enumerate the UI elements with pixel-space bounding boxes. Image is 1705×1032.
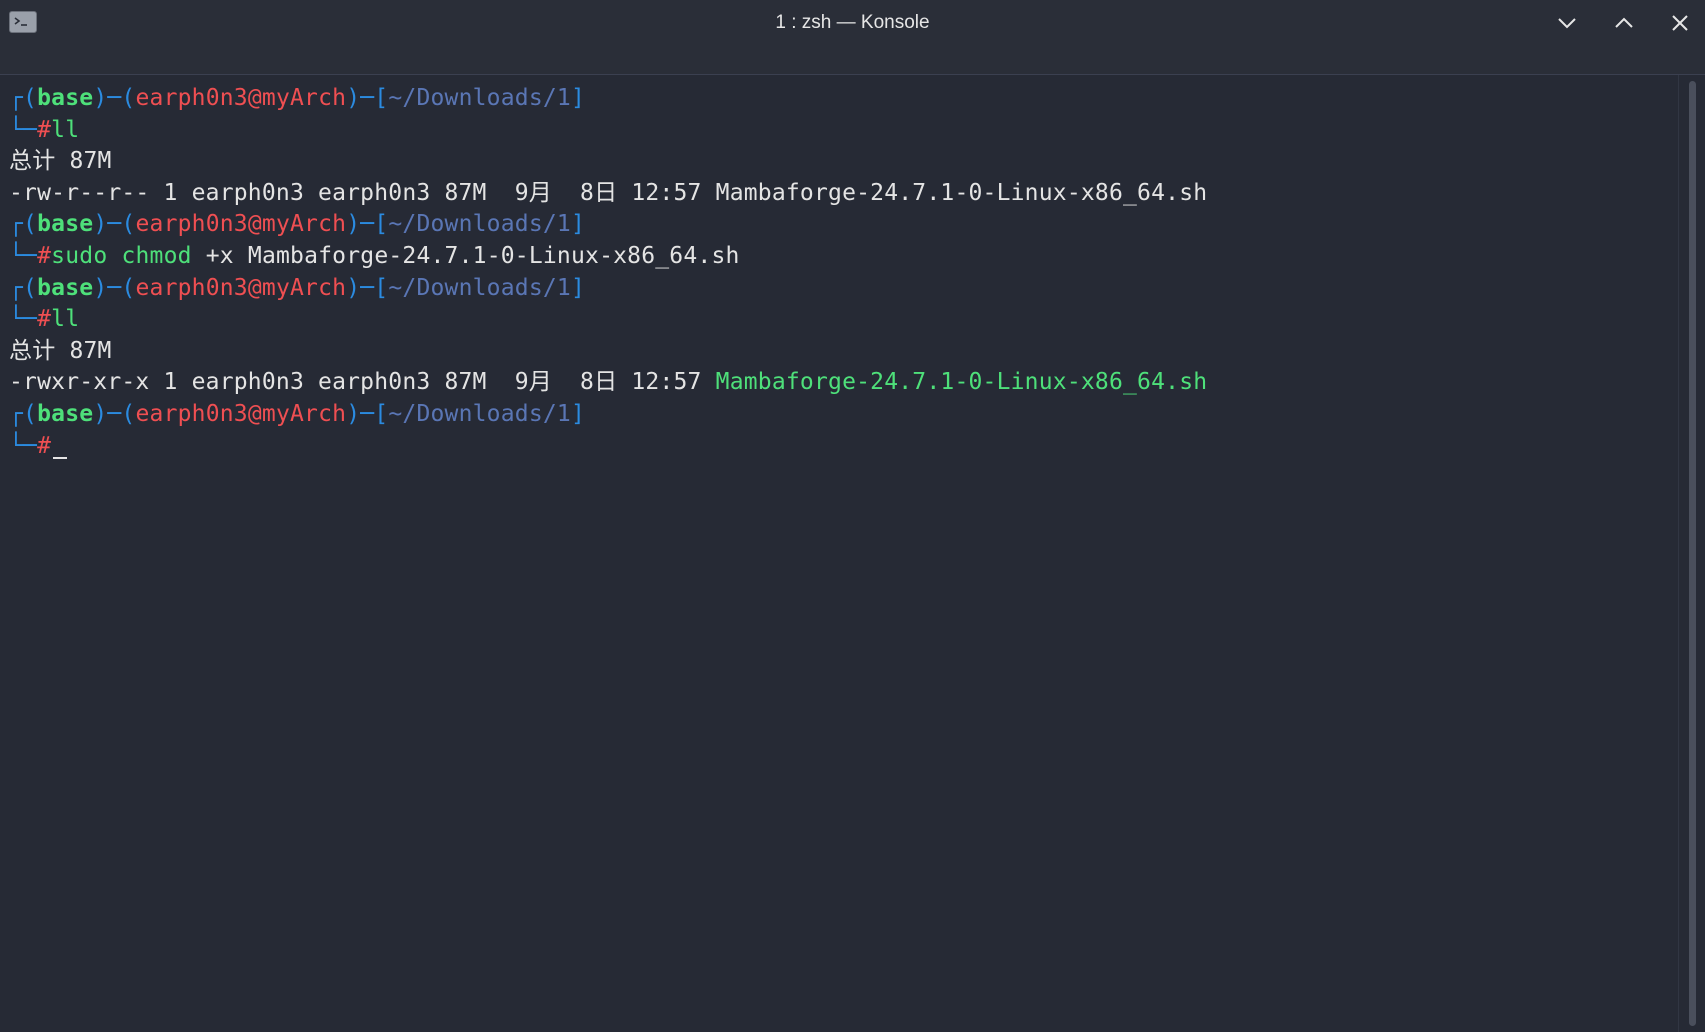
- output-total: 总计 87M: [9, 148, 112, 175]
- output-total: 总计 87M: [9, 337, 112, 364]
- prompt-path: ~/Downloads/1: [388, 400, 571, 427]
- file-perms: -rwxr-xr-x 1 earph0n3 earph0n3 87M 9月 8日…: [9, 369, 702, 396]
- prompt-user-host: earph0n3@myArch: [135, 400, 347, 427]
- executable-file-name: Mambaforge-24.7.1-0-Linux-x86_64.sh: [715, 369, 1208, 396]
- prompt-hash: #: [37, 306, 52, 333]
- prompt-env: base: [37, 274, 94, 301]
- command-chmod: chmod: [121, 242, 192, 269]
- prompt-line: ┌(base)─(earph0n3@myArch)─[~/Downloads/1…: [9, 85, 586, 111]
- file-name: Mambaforge-24.7.1-0-Linux-x86_64.sh: [715, 179, 1208, 206]
- maximize-icon: [1615, 17, 1633, 28]
- command-line: └─#ll: [9, 116, 80, 143]
- prompt-path: ~/Downloads/1: [388, 274, 571, 301]
- prompt-hash: #: [37, 242, 52, 269]
- prompt-user-host: earph0n3@myArch: [135, 85, 347, 111]
- vertical-scrollbar[interactable]: [1678, 75, 1705, 1032]
- prompt-env: base: [37, 211, 94, 238]
- command-line: └─#ll: [9, 306, 80, 333]
- scrollbar-thumb[interactable]: [1689, 81, 1696, 1026]
- prompt-env: base: [37, 85, 94, 111]
- prompt-line: ┌(base)─(earph0n3@myArch)─[~/Downloads/1…: [9, 211, 586, 238]
- prompt-user-host: earph0n3@myArch: [135, 211, 347, 238]
- minimize-icon: [1558, 18, 1576, 29]
- command-sudo: sudo: [51, 242, 108, 269]
- command-args: +x Mambaforge-24.7.1-0-Linux-x86_64.sh: [205, 242, 740, 269]
- prompt-hash: #: [37, 116, 52, 143]
- prompt-user-host: earph0n3@myArch: [135, 274, 347, 301]
- command-line-active[interactable]: └─#: [9, 431, 1207, 463]
- prompt-line: ┌(base)─(earph0n3@myArch)─[~/Downloads/1…: [9, 400, 586, 427]
- minimize-button[interactable]: [1550, 8, 1584, 38]
- text-cursor: [53, 456, 68, 459]
- title-bar[interactable]: 1 : zsh — Konsole: [0, 0, 1705, 75]
- terminal-output: ┌(base)─(earph0n3@myArch)─[~/Downloads/1…: [9, 83, 1207, 462]
- output-file-entry: -rw-r--r-- 1 earph0n3 earph0n3 87M 9月 8日…: [9, 178, 1207, 210]
- command-text: ll: [51, 116, 80, 143]
- konsole-window: 1 : zsh — Konsole ┌(base)─(earph0n3@myAr…: [0, 0, 1705, 1032]
- prompt-hash: #: [37, 432, 52, 459]
- prompt-path: ~/Downloads/1: [388, 85, 571, 111]
- prompt-line: ┌(base)─(earph0n3@myArch)─[~/Downloads/1…: [9, 274, 586, 301]
- prompt-path: ~/Downloads/1: [388, 211, 571, 238]
- close-icon: [1672, 15, 1688, 31]
- command-line: └─#sudo chmod +x Mambaforge-24.7.1-0-Lin…: [9, 242, 740, 269]
- terminal-area[interactable]: ┌(base)─(earph0n3@myArch)─[~/Downloads/1…: [0, 75, 1678, 1032]
- window-title: 1 : zsh — Konsole: [775, 12, 930, 33]
- close-button[interactable]: [1663, 8, 1697, 38]
- output-file-entry: -rwxr-xr-x 1 earph0n3 earph0n3 87M 9月 8日…: [9, 367, 1207, 399]
- file-perms: -rw-r--r-- 1 earph0n3 earph0n3 87M 9月 8日…: [9, 179, 702, 206]
- prompt-env: base: [37, 400, 94, 427]
- command-text: ll: [51, 306, 80, 333]
- maximize-button[interactable]: [1607, 8, 1641, 38]
